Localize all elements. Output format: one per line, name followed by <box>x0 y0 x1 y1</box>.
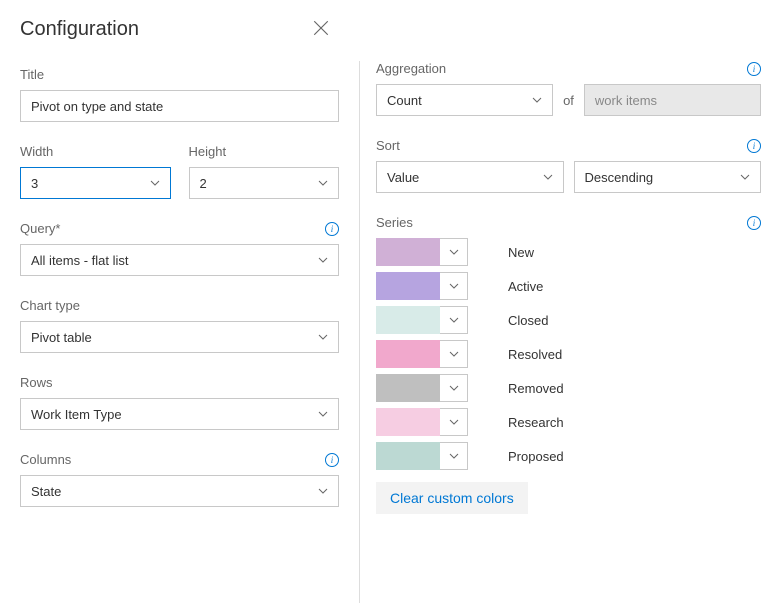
color-swatch <box>376 408 440 436</box>
series-row: Proposed <box>376 442 761 470</box>
chevron-down-icon <box>449 279 459 294</box>
aggregation-target: work items <box>584 84 761 116</box>
query-select[interactable]: All items - flat list <box>20 244 339 276</box>
info-icon[interactable]: i <box>325 222 339 236</box>
width-value: 3 <box>31 176 38 191</box>
chevron-down-icon <box>318 484 328 499</box>
color-picker-button[interactable] <box>440 272 468 300</box>
chevron-down-icon <box>318 330 328 345</box>
chevron-down-icon <box>449 415 459 430</box>
rows-value: Work Item Type <box>31 407 122 422</box>
series-label: Series <box>376 215 413 230</box>
height-value: 2 <box>200 176 207 191</box>
color-swatch <box>376 306 440 334</box>
rows-select[interactable]: Work Item Type <box>20 398 339 430</box>
series-item-label: Active <box>508 279 543 294</box>
color-picker-button[interactable] <box>440 374 468 402</box>
clear-custom-colors-button[interactable]: Clear custom colors <box>376 482 528 514</box>
query-label: Query* <box>20 221 60 236</box>
columns-label: Columns <box>20 452 71 467</box>
chevron-down-icon <box>449 245 459 260</box>
series-row: Resolved <box>376 340 761 368</box>
width-select[interactable]: 3 <box>20 167 171 199</box>
info-icon[interactable]: i <box>325 453 339 467</box>
series-row: Closed <box>376 306 761 334</box>
color-swatch <box>376 340 440 368</box>
aggregation-value: Count <box>387 93 422 108</box>
color-picker-button[interactable] <box>440 306 468 334</box>
series-item-label: Research <box>508 415 564 430</box>
series-row: Research <box>376 408 761 436</box>
series-item-label: Resolved <box>508 347 562 362</box>
color-swatch <box>376 272 440 300</box>
series-item-label: Closed <box>508 313 548 328</box>
series-row: New <box>376 238 761 266</box>
chevron-down-icon <box>318 176 328 191</box>
height-select[interactable]: 2 <box>189 167 340 199</box>
title-label: Title <box>20 67 339 82</box>
rows-label: Rows <box>20 375 339 390</box>
series-row: Active <box>376 272 761 300</box>
chevron-down-icon <box>532 93 542 108</box>
info-icon[interactable]: i <box>747 62 761 76</box>
series-item-label: Removed <box>508 381 564 396</box>
of-text: of <box>563 93 574 108</box>
info-icon[interactable]: i <box>747 216 761 230</box>
columns-select[interactable]: State <box>20 475 339 507</box>
chevron-down-icon <box>449 313 459 328</box>
height-label: Height <box>189 144 340 159</box>
series-row: Removed <box>376 374 761 402</box>
aggregation-target-value: work items <box>595 93 657 108</box>
series-item-label: New <box>508 245 534 260</box>
sort-by-select[interactable]: Value <box>376 161 564 193</box>
chevron-down-icon <box>150 176 160 191</box>
chevron-down-icon <box>449 449 459 464</box>
chevron-down-icon <box>740 170 750 185</box>
sort-direction-value: Descending <box>585 170 654 185</box>
close-icon[interactable] <box>312 19 330 40</box>
color-picker-button[interactable] <box>440 340 468 368</box>
chevron-down-icon <box>318 407 328 422</box>
color-swatch <box>376 374 440 402</box>
aggregation-select[interactable]: Count <box>376 84 553 116</box>
sort-label: Sort <box>376 138 400 153</box>
chevron-down-icon <box>449 381 459 396</box>
color-swatch <box>376 442 440 470</box>
width-label: Width <box>20 144 171 159</box>
chart-type-select[interactable]: Pivot table <box>20 321 339 353</box>
columns-value: State <box>31 484 61 499</box>
color-picker-button[interactable] <box>440 442 468 470</box>
query-value: All items - flat list <box>31 253 129 268</box>
aggregation-label: Aggregation <box>376 61 446 76</box>
sort-by-value: Value <box>387 170 419 185</box>
chevron-down-icon <box>449 347 459 362</box>
chart-type-label: Chart type <box>20 298 339 313</box>
info-icon[interactable]: i <box>747 139 761 153</box>
chevron-down-icon <box>543 170 553 185</box>
chart-type-value: Pivot table <box>31 330 92 345</box>
color-picker-button[interactable] <box>440 408 468 436</box>
title-input[interactable] <box>20 90 339 122</box>
page-title: Configuration <box>20 18 139 41</box>
sort-direction-select[interactable]: Descending <box>574 161 762 193</box>
color-swatch <box>376 238 440 266</box>
color-picker-button[interactable] <box>440 238 468 266</box>
chevron-down-icon <box>318 253 328 268</box>
series-item-label: Proposed <box>508 449 564 464</box>
